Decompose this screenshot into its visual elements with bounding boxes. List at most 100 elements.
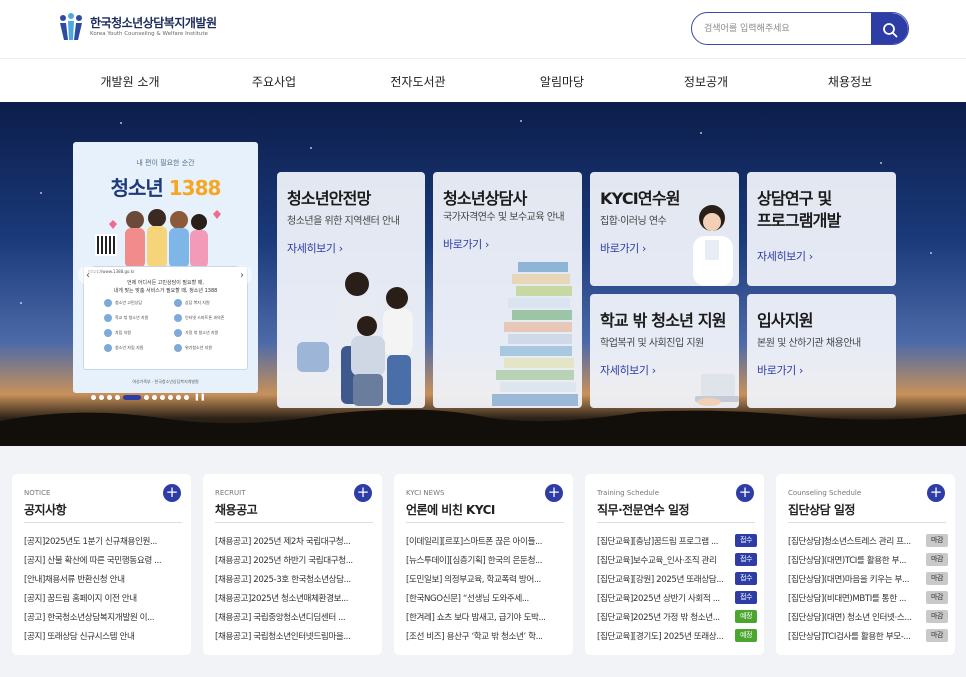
list-item[interactable]: [집단교육]2025년 가정 밖 청소년... 예정 [597, 607, 757, 626]
panel-category: KYCI NEWS [406, 489, 445, 497]
list-item[interactable]: [집단상담]청소년스트레스 관리 프... 마감 [788, 531, 948, 550]
list-item[interactable]: [채용공고] 2025-3호 한국청소년상담... [215, 569, 375, 588]
list-item[interactable]: [공지]2025년도 1분기 신규채용인원... [24, 531, 184, 550]
list-item[interactable]: [집단교육]2025년 상반기 사회적 ... 접수 [597, 588, 757, 607]
nav-item-notices[interactable]: 알림마당 [490, 59, 634, 103]
card-link-label: 자세히보기 [757, 250, 806, 263]
list-item[interactable]: [공지] 꿈드림 홈페이지 이전 안내 [24, 588, 184, 607]
card-link[interactable]: 자세히보기 › [600, 362, 656, 378]
list-item[interactable]: [공지] 산불 확산에 따른 국민행동요령 ... [24, 550, 184, 569]
more-button[interactable]: + [736, 484, 754, 502]
card-research-program[interactable]: 상담연구 및 프로그램개발 자세히보기 › [747, 172, 896, 286]
list-item-text: [조선 비즈] 용산구 ‘학교 밖 청소년’ 학... [406, 631, 543, 642]
list-item[interactable]: [채용공고] 국립청소년인터넷드림마을... [215, 626, 375, 645]
slider-dot-active[interactable] [123, 394, 141, 400]
list-item[interactable]: [안내]채용서류 반환신청 안내 [24, 569, 184, 588]
card-link[interactable]: 자세히보기 › [287, 240, 343, 256]
slider-dot[interactable] [168, 394, 173, 400]
site-logo[interactable]: 한국청소년상담복지개발원 Korea Youth Counseling & We… [58, 12, 217, 42]
card-youth-safety-net[interactable]: 청소년안전망 청소년을 위한 지역센터 안내 자세히보기 › [277, 172, 425, 408]
list-item[interactable]: [한겨레] 쇼츠 보다 밤새고, 급기야 도박... [406, 607, 566, 626]
list-item[interactable]: [집단교육]보수교육_인사·조직 관리 접수 [597, 550, 757, 569]
status-badge: 마감 [926, 591, 948, 604]
nav-item-disclosure[interactable]: 정보공개 [634, 59, 778, 103]
poster-number: 1388 [168, 176, 222, 200]
promo-poster-1388[interactable]: 내 편이 필요한 순간 청소년 1388 https://www.1388.go… [73, 142, 258, 393]
pause-icon[interactable]: ❚❚ [194, 393, 206, 401]
list-item[interactable]: [채용공고]2025년 청소년매체환경보... [215, 588, 375, 607]
card-out-of-school-youth[interactable]: 학교 밖 청소년 지원 학업복귀 및 사회진입 지원 자세히보기 › [590, 294, 739, 408]
slider-dot[interactable] [176, 394, 181, 400]
logo-name: 한국청소년상담복지개발원 [90, 16, 217, 30]
card-link-label: 바로가기 [443, 238, 482, 251]
card-link[interactable]: 바로가기 › [443, 236, 489, 252]
slider-dot[interactable] [144, 394, 149, 400]
search-input[interactable] [704, 20, 864, 38]
list-item[interactable]: [뉴스투데이][심층기획] 한국의 은둔청... [406, 550, 566, 569]
status-badge: 마감 [926, 572, 948, 585]
nav-item-projects[interactable]: 주요사업 [202, 59, 346, 103]
chevron-right-icon[interactable]: › [232, 265, 252, 285]
list-item[interactable]: [집단상담](대면)마음을 키우는 부... 마감 [788, 569, 948, 588]
list-item[interactable]: [집단교육][경기도] 2025년 또래상... 예정 [597, 626, 757, 645]
service-label: 자립 지원 [115, 329, 131, 335]
list-item[interactable]: [채용공고] 국립중앙청소년디딤센터 ... [215, 607, 375, 626]
nav-item-library[interactable]: 전자도서관 [346, 59, 490, 103]
list-item[interactable]: [도민일보] 의정부교육, 학교폭력 방어... [406, 569, 566, 588]
slider-dot[interactable] [152, 394, 157, 400]
chevron-left-icon[interactable]: ‹ [78, 265, 98, 285]
slider-dot[interactable] [99, 394, 104, 400]
card-link[interactable]: 자세히보기 › [757, 248, 813, 264]
slider-dot[interactable] [91, 394, 96, 400]
more-button[interactable]: + [163, 484, 181, 502]
nav-item-recruit[interactable]: 채용정보 [778, 59, 922, 103]
slider-dot[interactable] [107, 394, 112, 400]
card-link[interactable]: 바로가기 › [600, 240, 646, 256]
list-item[interactable]: [공지] 또래상담 신규시스템 안내 [24, 626, 184, 645]
panel-title: 언론에 비친 KYCI [406, 503, 495, 517]
list-item[interactable]: [채용공고] 2025년 제2차 국립대구청... [215, 531, 375, 550]
card-job-application[interactable]: 입사지원 본원 및 산하기관 채용안내 바로가기 › [747, 294, 896, 408]
list-item-text: [집단상담](대면)마음을 키우는 부... [788, 574, 910, 585]
search-icon [882, 22, 897, 37]
list-item[interactable]: [공고] 한국청소년상담복지개발원 이... [24, 607, 184, 626]
slider-dot[interactable] [160, 394, 165, 400]
star [520, 120, 522, 122]
poster-box-heading: 언제 어디서든 고민상담이 필요할 때, 내게 맞는 맞춤 서비스가 필요할 때… [84, 279, 247, 295]
slider-pagination: ❚❚ [91, 393, 206, 401]
list-item[interactable]: [집단교육][강원] 2025년 또래상담... 접수 [597, 569, 757, 588]
list-item[interactable]: [집단상담](대면) 청소년 인터넷·스... 마감 [788, 607, 948, 626]
nav-item-about[interactable]: 개발원 소개 [58, 59, 202, 103]
card-kyci-training[interactable]: KYCI연수원 집합·이러닝 연수 바로가기 › [590, 172, 739, 286]
star [20, 302, 22, 304]
slider-dot[interactable] [115, 394, 120, 400]
list-item[interactable]: [집단교육][충남]꿈드림 프로그램 ... 접수 [597, 531, 757, 550]
list-item[interactable]: [집단상담](비대면)MBTI를 통한 ... 마감 [788, 588, 948, 607]
service-label: 청소년 고민상담 [115, 299, 143, 305]
slider-dot[interactable] [184, 394, 189, 400]
card-youth-counselor[interactable]: 청소년상담사 국가자격연수 및 보수교육 안내 바로가기 › [433, 172, 582, 408]
poster-footer: 여성가족부 · 한국청소년상담복지개발원 [132, 379, 199, 384]
more-button[interactable]: + [545, 484, 563, 502]
list-item-text: [공고] 한국청소년상담복지개발원 이... [24, 612, 155, 623]
list-item[interactable]: [집단상담]TCI검사를 활용한 부모-... 마감 [788, 626, 948, 645]
card-link-label: 바로가기 [757, 364, 796, 377]
list-item[interactable]: [채용공고] 2025년 하반기 국립대구청... [215, 550, 375, 569]
search-button[interactable] [871, 13, 908, 44]
star [930, 252, 932, 254]
more-button[interactable]: + [354, 484, 372, 502]
list-item[interactable]: [이데일리][르포]스마트폰 끊은 아이들... [406, 531, 566, 550]
card-link[interactable]: 바로가기 › [757, 362, 803, 378]
panel-category: Counseling Schedule [788, 489, 862, 497]
service-label: 가정 밖 청소년 지원 [185, 329, 219, 335]
status-badge: 마감 [926, 534, 948, 547]
status-badge: 예정 [735, 610, 757, 623]
list-item[interactable]: [집단상담](대면)TCI를 활용한 부... 마감 [788, 550, 948, 569]
poster-info-box: https://www.1388.go.kr 언제 어디서든 고민상담이 필요할… [83, 266, 248, 370]
more-button[interactable]: + [927, 484, 945, 502]
poster-service-grid: 청소년 고민상담 상담 복지 지원 학교 밖 청소년 지원 인터넷 스마트폰 과… [104, 297, 238, 353]
list-item[interactable]: [한국NGO신문] “선생님 도와주세... [406, 588, 566, 607]
service-label: 위기청소년 지원 [185, 344, 213, 350]
list-item-text: [집단교육][경기도] 2025년 또래상... [597, 631, 724, 642]
list-item[interactable]: [조선 비즈] 용산구 ‘학교 밖 청소년’ 학... [406, 626, 566, 645]
